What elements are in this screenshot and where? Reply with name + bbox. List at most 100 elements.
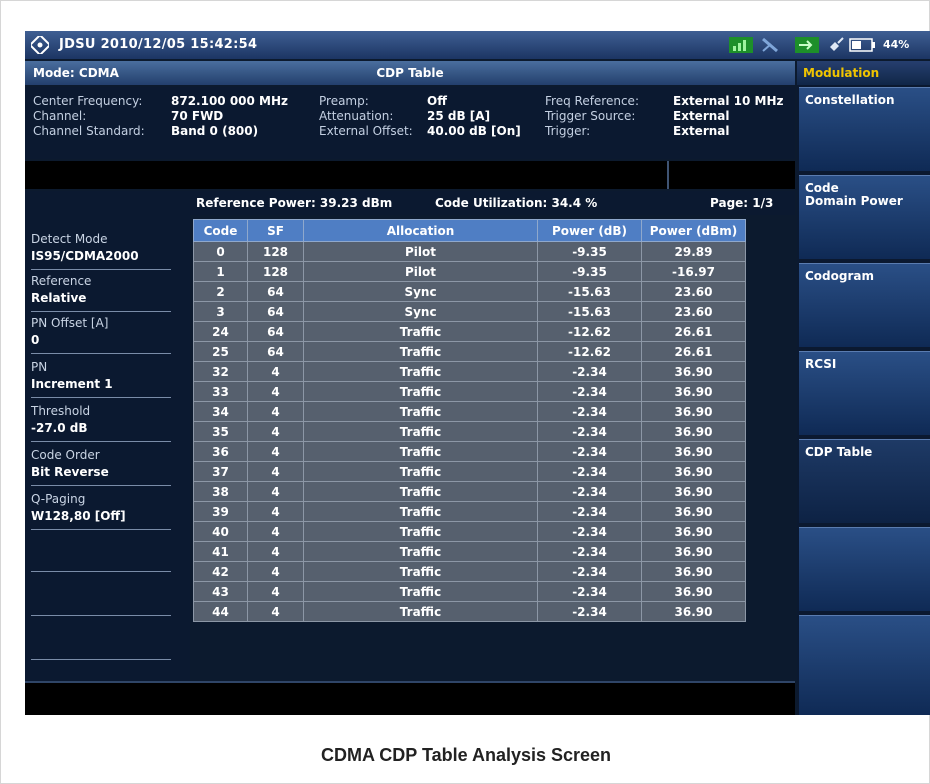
cell-power-dbm: -16.97 bbox=[641, 261, 746, 282]
param-code-order[interactable]: Code Order Bit Reverse bbox=[31, 447, 181, 481]
cell-power-db: -9.35 bbox=[537, 261, 642, 282]
cell-sf: 4 bbox=[247, 581, 304, 602]
param-threshold[interactable]: Threshold -27.0 dB bbox=[31, 403, 181, 437]
param-value: IS95/CDMA2000 bbox=[31, 249, 139, 263]
param-label: Threshold bbox=[31, 404, 91, 418]
param-value: Increment 1 bbox=[31, 377, 113, 391]
cell-sf: 4 bbox=[247, 501, 304, 522]
cell-power-db: -2.34 bbox=[537, 541, 642, 562]
cell-sf: 64 bbox=[247, 301, 304, 322]
cell-allocation: Traffic bbox=[303, 561, 538, 582]
cell-code: 37 bbox=[193, 461, 248, 482]
table-row: 1 128 Pilot -9.35 -16.97 bbox=[193, 261, 746, 282]
mode-bar: Mode: CDMA CDP Table bbox=[25, 61, 795, 85]
message-bar-divider bbox=[667, 161, 669, 189]
param-divider bbox=[31, 311, 171, 312]
param-pn[interactable]: PN Increment 1 bbox=[31, 359, 181, 393]
cdp-table: Code SF Allocation Power (dB) Power (dBm… bbox=[193, 219, 746, 622]
cell-sf: 4 bbox=[247, 421, 304, 442]
cell-code: 43 bbox=[193, 581, 248, 602]
param-value: 0 bbox=[31, 333, 40, 347]
menu-constellation[interactable]: Constellation bbox=[799, 87, 930, 171]
cell-allocation: Sync bbox=[303, 301, 538, 322]
table-row: 32 4 Traffic -2.34 36.90 bbox=[193, 361, 746, 382]
freq-reference-label: Freq Reference: bbox=[545, 94, 639, 108]
cell-power-dbm: 36.90 bbox=[641, 541, 746, 562]
cell-sf: 128 bbox=[247, 241, 304, 262]
menu-empty-2[interactable] bbox=[799, 615, 930, 715]
cell-sf: 4 bbox=[247, 481, 304, 502]
cell-allocation: Traffic bbox=[303, 401, 538, 422]
cell-power-db: -2.34 bbox=[537, 581, 642, 602]
cell-allocation: Traffic bbox=[303, 321, 538, 342]
cell-sf: 4 bbox=[247, 521, 304, 542]
cell-allocation: Traffic bbox=[303, 441, 538, 462]
cell-power-dbm: 26.61 bbox=[641, 341, 746, 362]
col-code-header: Code bbox=[193, 219, 248, 242]
reference-power: Reference Power: 39.23 dBm bbox=[196, 196, 393, 210]
trigger-source-value: External bbox=[673, 109, 730, 123]
info-values-2: Off 25 dB [A] 40.00 dB [On] bbox=[427, 94, 521, 139]
param-pn-offset[interactable]: PN Offset [A] 0 bbox=[31, 315, 181, 349]
cell-allocation: Traffic bbox=[303, 501, 538, 522]
cell-power-db: -2.34 bbox=[537, 441, 642, 462]
param-divider bbox=[31, 615, 171, 616]
cell-sf: 4 bbox=[247, 441, 304, 462]
table-row: 43 4 Traffic -2.34 36.90 bbox=[193, 581, 746, 602]
cell-code: 3 bbox=[193, 301, 248, 322]
cell-allocation: Traffic bbox=[303, 521, 538, 542]
cell-sf: 4 bbox=[247, 361, 304, 382]
menu-rcsi[interactable]: RCSI bbox=[799, 351, 930, 435]
menu-empty-1[interactable] bbox=[799, 527, 930, 611]
code-utilization: Code Utilization: 34.4 % bbox=[435, 196, 598, 210]
param-label: Code Order bbox=[31, 448, 100, 462]
cell-code: 38 bbox=[193, 481, 248, 502]
table-summary: Reference Power: 39.23 dBm Code Utilizat… bbox=[190, 191, 795, 215]
center-frequency-label: Center Frequency: bbox=[33, 94, 143, 108]
cell-code: 35 bbox=[193, 421, 248, 442]
table-body: 0 128 Pilot -9.35 29.89 1 128 Pilot -9.35 -16.97 2… bbox=[193, 241, 746, 622]
cell-code: 1 bbox=[193, 261, 248, 282]
info-values-1: 872.100 000 MHz 70 FWD Band 0 (800) bbox=[171, 94, 288, 139]
menu-code-domain-power[interactable]: Code Domain Power bbox=[799, 175, 930, 259]
trigger-label: Trigger: bbox=[545, 124, 591, 138]
param-value: Bit Reverse bbox=[31, 465, 109, 479]
attenuation-label: Attenuation: bbox=[319, 109, 394, 123]
cell-power-dbm: 23.60 bbox=[641, 281, 746, 302]
menu-cdp-table[interactable]: CDP Table bbox=[799, 439, 930, 523]
cell-sf: 64 bbox=[247, 341, 304, 362]
cell-sf: 64 bbox=[247, 281, 304, 302]
param-detect-mode[interactable]: Detect Mode IS95/CDMA2000 bbox=[31, 231, 181, 265]
cell-power-db: -2.34 bbox=[537, 461, 642, 482]
cell-power-dbm: 36.90 bbox=[641, 521, 746, 542]
param-divider bbox=[31, 485, 171, 486]
cell-power-dbm: 36.90 bbox=[641, 601, 746, 622]
table-row: 38 4 Traffic -2.34 36.90 bbox=[193, 481, 746, 502]
cell-power-db: -2.34 bbox=[537, 361, 642, 382]
menu-header: Modulation bbox=[797, 61, 930, 85]
param-q-paging[interactable]: Q-Paging W128,80 [Off] bbox=[31, 491, 181, 525]
cell-allocation: Traffic bbox=[303, 541, 538, 562]
param-reference[interactable]: Reference Relative bbox=[31, 273, 181, 307]
cell-allocation: Sync bbox=[303, 281, 538, 302]
battery-percent: 44% bbox=[883, 38, 910, 51]
cell-power-db: -2.34 bbox=[537, 381, 642, 402]
table-row: 41 4 Traffic -2.34 36.90 bbox=[193, 541, 746, 562]
parameter-panel: Detect Mode IS95/CDMA2000 Reference Rela… bbox=[25, 191, 190, 681]
cell-power-db: -2.34 bbox=[537, 561, 642, 582]
table-row: 44 4 Traffic -2.34 36.90 bbox=[193, 601, 746, 622]
channel-standard-value: Band 0 (800) bbox=[171, 124, 259, 138]
external-offset-label: External Offset: bbox=[319, 124, 413, 138]
cell-code: 32 bbox=[193, 361, 248, 382]
cell-allocation: Traffic bbox=[303, 341, 538, 362]
cell-allocation: Traffic bbox=[303, 461, 538, 482]
cell-code: 44 bbox=[193, 601, 248, 622]
figure-caption: CDMA CDP Table Analysis Screen bbox=[320, 745, 612, 765]
menu-codogram[interactable]: Codogram bbox=[799, 263, 930, 347]
trigger-source-label: Trigger Source: bbox=[545, 109, 636, 123]
cell-power-db: -2.34 bbox=[537, 481, 642, 502]
cell-sf: 4 bbox=[247, 541, 304, 562]
cell-code: 40 bbox=[193, 521, 248, 542]
cell-power-db: -2.34 bbox=[537, 521, 642, 542]
col-power-dbm-header: Power (dBm) bbox=[641, 219, 746, 242]
